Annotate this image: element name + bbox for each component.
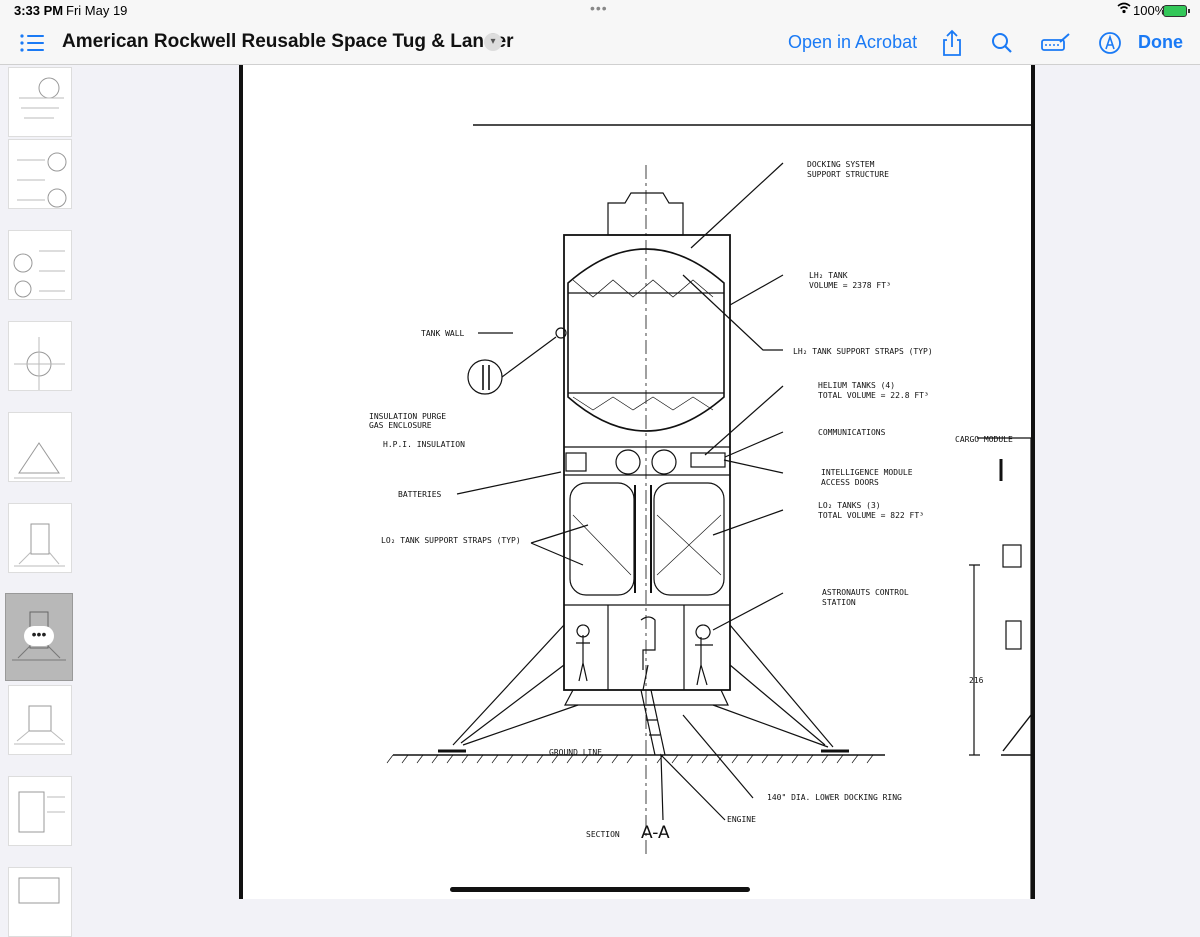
label-section-id: A-A xyxy=(641,823,670,843)
label-docking-2: SUPPORT STRUCTURE xyxy=(807,170,889,179)
label-intelligence-2: ACCESS DOORS xyxy=(821,478,879,487)
page-thumbnail[interactable] xyxy=(8,230,72,300)
label-intelligence-1: INTELLIGENCE MODULE xyxy=(821,468,913,477)
label-cargo-module: CARGO MODULE xyxy=(955,435,1013,444)
label-batteries: BATTERIES xyxy=(398,490,442,499)
share-icon[interactable] xyxy=(938,29,966,57)
page-thumbnail[interactable] xyxy=(8,867,72,937)
list-icon[interactable] xyxy=(19,31,45,55)
label-lh2-straps: LH₂ TANK SUPPORT STRAPS (TYP) xyxy=(793,347,933,356)
label-dimension: 216 xyxy=(969,676,984,685)
search-icon[interactable] xyxy=(988,29,1016,57)
label-communications: COMMUNICATIONS xyxy=(818,428,886,437)
page-thumbnail[interactable] xyxy=(8,67,72,137)
label-helium-2: TOTAL VOLUME = 22.8 FT³ xyxy=(818,391,929,400)
done-button[interactable]: Done xyxy=(1138,32,1183,53)
label-tank-wall: TANK WALL xyxy=(421,329,465,338)
label-hpi: H.P.I. INSULATION xyxy=(383,440,465,449)
label-docking-1: DOCKING SYSTEM xyxy=(807,160,875,169)
multitasking-dots-icon[interactable]: ••• xyxy=(590,0,608,16)
label-lo2-2: TOTAL VOLUME = 822 FT³ xyxy=(818,511,924,520)
page-thumbnail[interactable] xyxy=(8,776,72,846)
open-in-acrobat-button[interactable]: Open in Acrobat xyxy=(788,32,917,53)
chevron-down-icon[interactable]: ▾ xyxy=(484,33,502,51)
pdf-page[interactable]: DOCKING SYSTEM SUPPORT STRUCTURE LH₂ TAN… xyxy=(239,65,1035,899)
engineering-drawing: DOCKING SYSTEM SUPPORT STRUCTURE LH₂ TAN… xyxy=(369,124,1031,899)
wifi-icon xyxy=(1117,2,1131,17)
page-thumbnail[interactable] xyxy=(8,503,72,573)
label-section: SECTION xyxy=(586,830,620,839)
label-insulation-2: GAS ENCLOSURE xyxy=(369,421,432,430)
label-astronauts-2: STATION xyxy=(822,598,856,607)
battery-icon xyxy=(1163,5,1190,17)
page-thumbnail[interactable] xyxy=(8,139,72,209)
label-docking-ring: 140" DIA. LOWER DOCKING RING xyxy=(767,793,902,802)
document-title: American Rockwell Reusable Space Tug & L… xyxy=(62,31,514,52)
label-lo2-1: LO₂ TANKS (3) xyxy=(818,501,881,510)
label-insulation-1: INSULATION PURGE xyxy=(369,412,446,421)
status-bar: 3:33 PM Fri May 19 ••• 100% xyxy=(0,0,1200,22)
pen-icon[interactable] xyxy=(1097,29,1125,57)
markup-icon[interactable] xyxy=(1040,29,1072,57)
more-options-icon[interactable]: ••• xyxy=(24,626,54,646)
status-time: 3:33 PM xyxy=(14,3,64,18)
label-lh2-1: LH₂ TANK xyxy=(809,271,848,280)
page-thumbnails-sidebar: ••• xyxy=(0,65,76,937)
label-engine: ENGINE xyxy=(727,815,756,824)
page-thumbnail[interactable] xyxy=(8,685,72,755)
status-date: Fri May 19 xyxy=(66,3,128,18)
label-helium-1: HELIUM TANKS (4) xyxy=(818,381,895,390)
label-lo2-straps: LO₂ TANK SUPPORT STRAPS (TYP) xyxy=(381,536,521,545)
page-thumbnail-selected[interactable]: ••• xyxy=(5,593,73,681)
battery-percent: 100% xyxy=(1133,3,1167,18)
label-ground-line: GROUND LINE xyxy=(549,748,602,757)
label-lh2-2: VOLUME = 2378 FT³ xyxy=(809,281,891,290)
document-toolbar: American Rockwell Reusable Space Tug & L… xyxy=(0,22,1200,65)
page-thumbnail[interactable] xyxy=(8,412,72,482)
label-astronauts-1: ASTRONAUTS CONTROL xyxy=(822,588,909,597)
page-thumbnail[interactable] xyxy=(8,321,72,391)
horizontal-scrollbar[interactable] xyxy=(450,887,750,892)
